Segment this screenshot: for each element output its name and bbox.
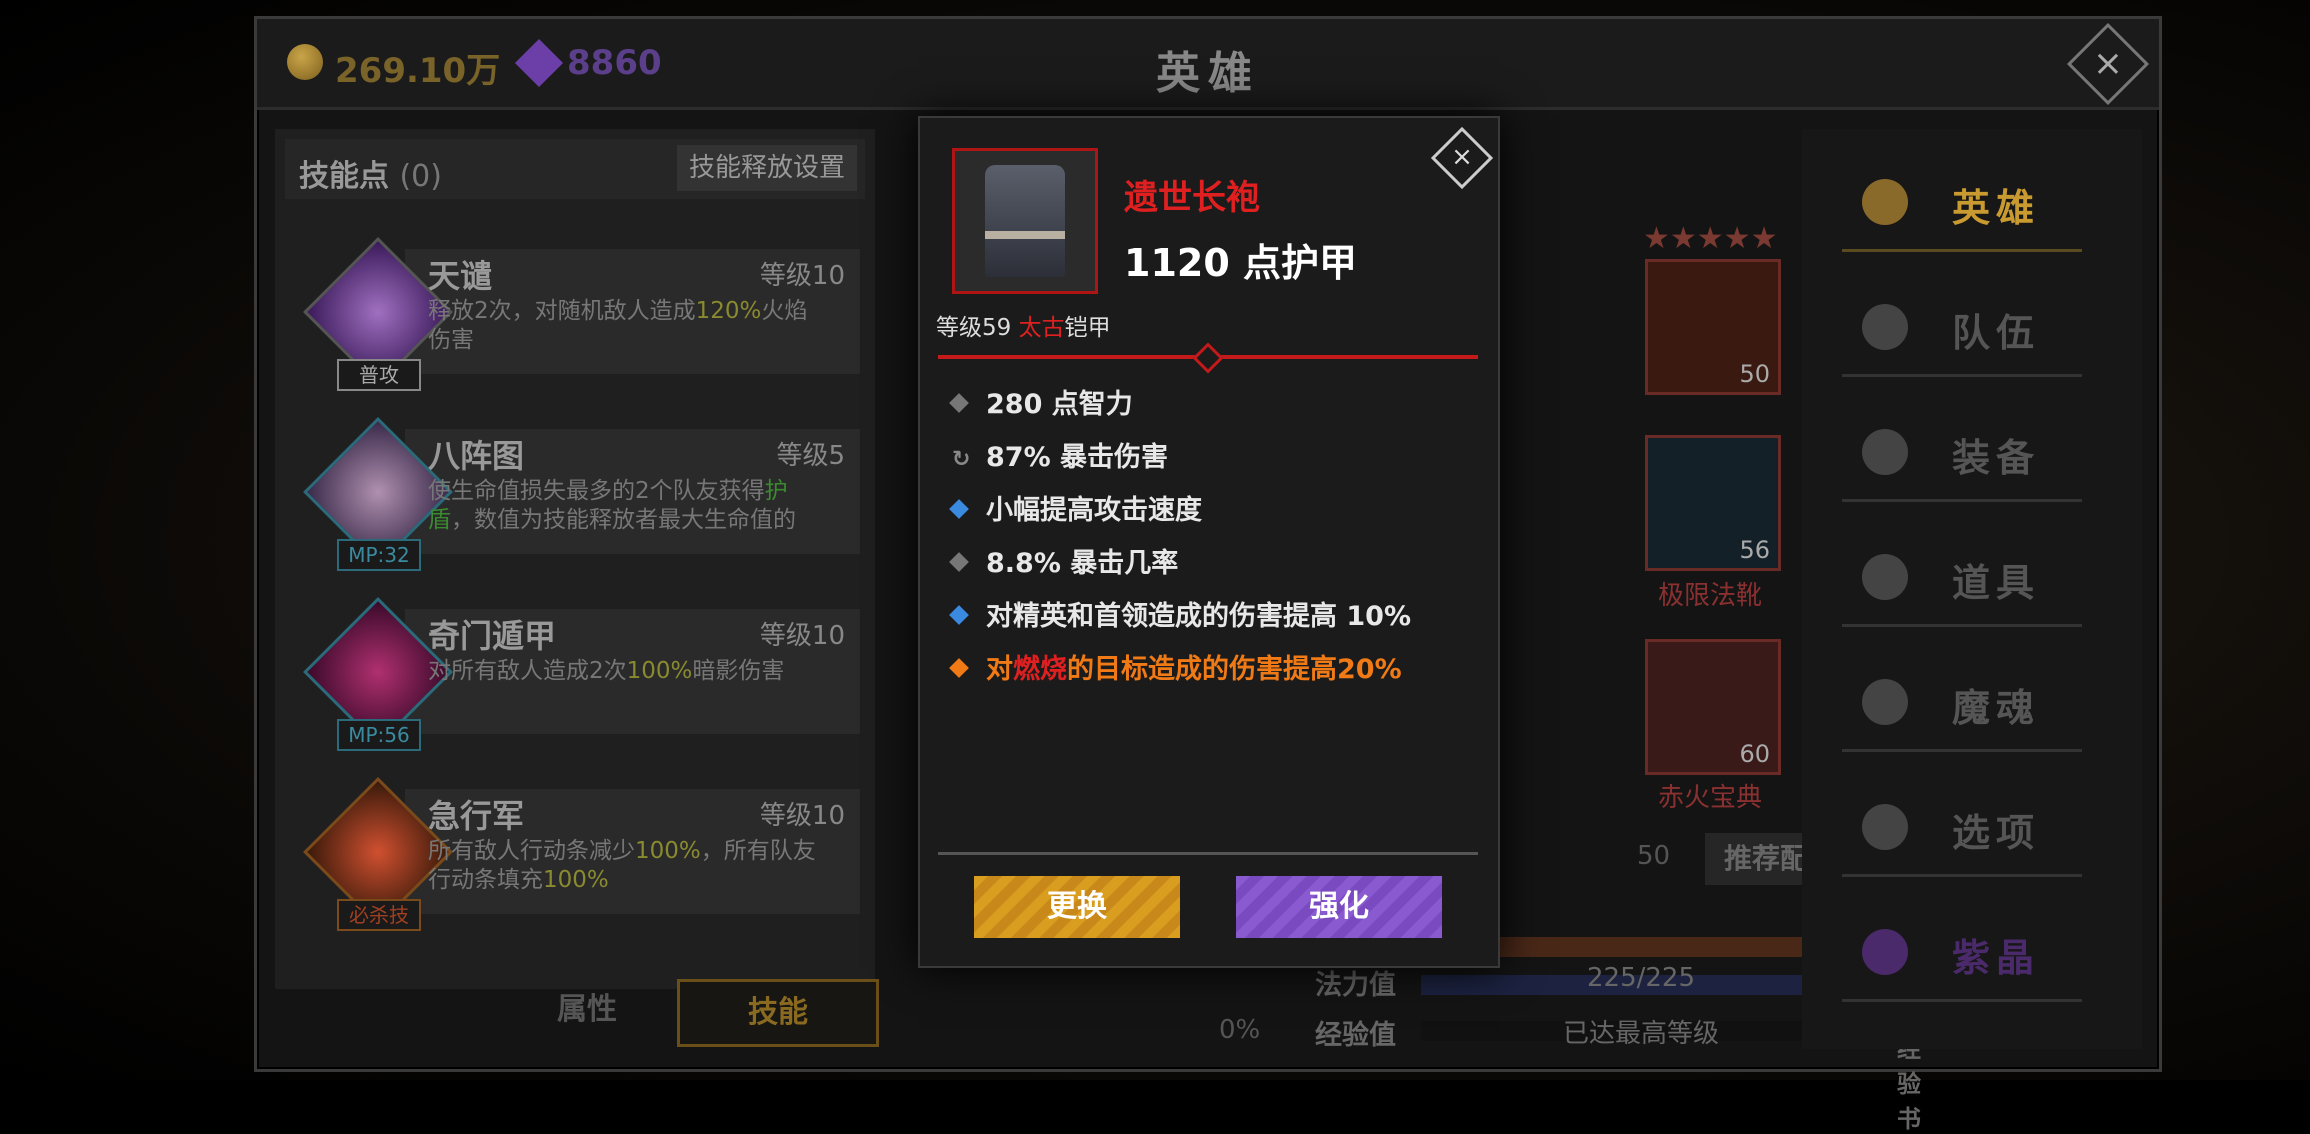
- skill-item[interactable]: 普攻 天谴 等级10 释放2次，对随机敌人造成120%火焰伤害: [285, 237, 865, 391]
- side-nav: 英雄 队伍 装备 道具 魔魂 选项 紫晶: [1802, 129, 2142, 1049]
- nav-label: 选项: [1952, 811, 2041, 855]
- top-bar: 269.10万 8860 英雄 ×: [257, 19, 2159, 110]
- nav-item-amethyst[interactable]: 紫晶: [1842, 899, 2082, 1002]
- modal-close-button[interactable]: ×: [1430, 126, 1494, 190]
- nav-label: 道具: [1952, 561, 2041, 605]
- nav-item-team[interactable]: 队伍: [1842, 274, 2082, 377]
- gray-diamond-icon: [949, 552, 969, 572]
- nav-label: 魔魂: [1952, 686, 2041, 730]
- replace-button[interactable]: 更换: [974, 876, 1180, 938]
- skill-level: 等级10: [759, 801, 845, 831]
- item-special-stat: 对燃烧的目标造成的伤害提高20%: [949, 647, 1402, 686]
- item-level: 等级59 太古铠甲: [936, 315, 1111, 341]
- item-stat: 8.8% 暴击几率: [949, 541, 1178, 580]
- skill-tag: 必杀技: [337, 899, 421, 931]
- skill-tag: MP:56: [337, 719, 421, 751]
- partial-number: 50: [1637, 841, 1671, 871]
- skill-name: 急行军: [428, 797, 525, 835]
- heroes-icon: [1862, 179, 1908, 225]
- blue-diamond-icon: [949, 499, 969, 519]
- nav-label: 紫晶: [1952, 936, 2041, 980]
- equip-slot[interactable]: 60: [1645, 639, 1781, 775]
- crystal-icon: [1862, 929, 1908, 975]
- skill-release-settings-button[interactable]: 技能释放设置: [677, 145, 857, 191]
- skill-points-title: 技能点 (0): [299, 151, 442, 195]
- nav-item-items[interactable]: 道具: [1842, 524, 2082, 627]
- nav-label: 装备: [1952, 436, 2041, 480]
- nav-label: 英雄: [1952, 186, 2041, 230]
- item-name: 遗世长袍: [1124, 178, 1260, 218]
- gear-icon: [1862, 804, 1908, 850]
- nav-item-options[interactable]: 选项: [1842, 774, 2082, 877]
- tab-attributes[interactable]: 属性: [489, 979, 685, 1041]
- skill-desc: 对所有敌人造成2次100%暗影伤害: [428, 658, 785, 684]
- nav-item-heroes[interactable]: 英雄: [1842, 149, 2082, 252]
- window-title: 英雄: [1156, 48, 1260, 99]
- nav-label: 队伍: [1952, 311, 2041, 355]
- equip-name: 极限法靴: [1657, 581, 1762, 611]
- exp-value: 已达最高等级: [1562, 1019, 1719, 1049]
- tab-skills[interactable]: 技能: [677, 979, 879, 1047]
- orange-diamond-icon: [949, 658, 969, 678]
- skill-item[interactable]: MP:56 奇门遁甲 等级10 对所有敌人造成2次100%暗影伤害: [285, 597, 865, 751]
- equip-slot[interactable]: 56: [1645, 435, 1781, 571]
- skill-name: 天谴: [428, 257, 493, 295]
- divider: [938, 852, 1478, 855]
- stat-label: 经验值: [1315, 1020, 1396, 1051]
- equip-name: 赤火宝典: [1657, 783, 1762, 813]
- skill-points-header: 技能点 (0) 技能释放设置: [285, 139, 865, 199]
- stat-label: 法力值: [1315, 970, 1396, 1001]
- skill-tag: 普攻: [337, 359, 421, 391]
- nav-item-equipment[interactable]: 装备: [1842, 399, 2082, 502]
- close-icon: ×: [2092, 43, 2124, 84]
- equip-slot[interactable]: 50: [1645, 259, 1781, 395]
- skill-desc: 释放2次，对随机敌人造成120%火焰伤害: [428, 298, 808, 353]
- close-icon: ×: [1451, 142, 1473, 172]
- flame-icon: [1862, 679, 1908, 725]
- equip-level: 60: [1739, 740, 1770, 768]
- skill-points-label: 技能点: [299, 159, 389, 194]
- equip-level: 56: [1739, 536, 1770, 564]
- star-icon: ★★★★★: [1643, 221, 1778, 256]
- blue-diamond-icon: [949, 605, 969, 625]
- skill-desc: 使生命值损失最多的2个队友获得护盾，数值为技能释放者最大生命值的: [428, 478, 796, 533]
- skill-points-count: (0): [399, 159, 442, 194]
- item-stat: 小幅提高攻击速度: [949, 488, 1202, 527]
- skill-level: 等级10: [759, 621, 845, 651]
- robe-icon: [952, 148, 1098, 294]
- item-detail-modal: 遗世长袍 1120 点护甲 等级59 太古铠甲 280 点智力 ↻ 87% 暴击伤…: [918, 116, 1500, 968]
- flag-icon: [1862, 304, 1908, 350]
- skill-item[interactable]: MP:32 八阵图 等级5 使生命值损失最多的2个队友获得护盾，数值为技能释放者…: [285, 417, 865, 571]
- item-stat: ↻ 87% 暴击伤害: [952, 442, 1169, 473]
- item-stat: 对精英和首领造成的伤害提高 10%: [949, 594, 1411, 633]
- equip-level: 50: [1739, 360, 1770, 388]
- gray-diamond-icon: [949, 393, 969, 413]
- skills-panel: 技能点 (0) 技能释放设置 普攻 天谴 等级10 释放2次，对随机敌人造成12…: [275, 129, 875, 989]
- skill-level: 等级10: [759, 261, 845, 291]
- enhance-button[interactable]: 强化: [1236, 876, 1442, 938]
- percent-value: 0%: [1219, 1015, 1261, 1045]
- item-stat: 280 点智力: [949, 382, 1133, 421]
- helmet-icon: [1862, 429, 1908, 475]
- skill-item[interactable]: 必杀技 急行军 等级10 所有敌人行动条减少100%，所有队友行动条填充100%: [285, 777, 865, 931]
- skill-level: 等级5: [776, 441, 845, 471]
- skill-desc: 所有敌人行动条减少100%，所有队友行动条填充100%: [428, 838, 816, 893]
- skill-name: 八阵图: [428, 437, 525, 475]
- item-armor: 1120 点护甲: [1124, 241, 1357, 285]
- skill-tag: MP:32: [337, 539, 421, 571]
- skill-name: 奇门遁甲: [428, 617, 557, 655]
- nav-item-soul[interactable]: 魔魂: [1842, 649, 2082, 752]
- divider-diamond-icon: [1192, 342, 1224, 374]
- refresh-icon: ↻: [952, 447, 971, 472]
- bag-icon: [1862, 554, 1908, 600]
